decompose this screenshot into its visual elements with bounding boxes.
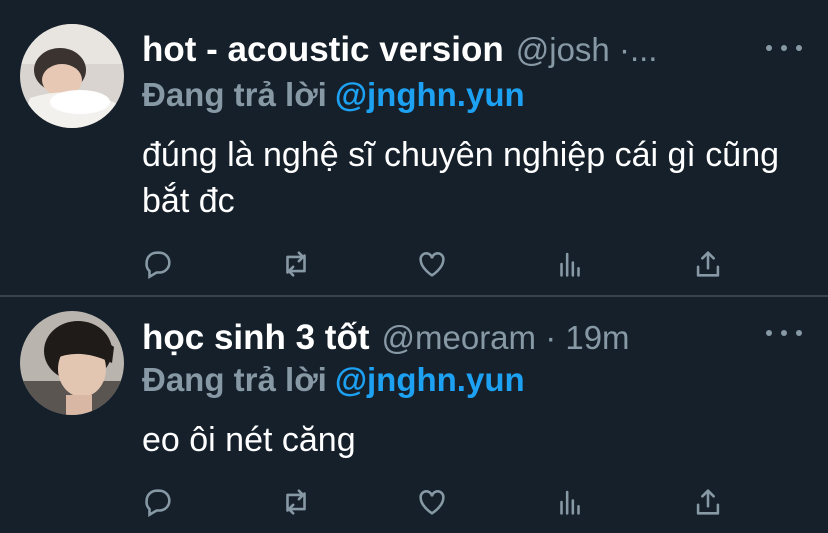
avatar[interactable] bbox=[20, 311, 124, 415]
replying-to: Đang trả lời @jnghn.yun bbox=[142, 76, 525, 116]
like-icon[interactable] bbox=[414, 246, 450, 282]
tweet-header: hot - acoustic version @josh ·... bbox=[142, 30, 768, 70]
display-name[interactable]: học sinh 3 tốt bbox=[142, 318, 370, 358]
display-name[interactable]: hot - acoustic version bbox=[142, 30, 504, 70]
handle-and-time[interactable]: @meoram · 19m bbox=[382, 319, 630, 357]
replying-to-label: Đang trả lời bbox=[142, 76, 327, 113]
avatar[interactable] bbox=[20, 24, 124, 128]
share-icon[interactable] bbox=[690, 484, 726, 520]
reply-icon[interactable] bbox=[140, 484, 176, 520]
tweet-text: đúng là nghệ sĩ chuyên nghiệp cái gì cũn… bbox=[142, 136, 780, 220]
analytics-icon[interactable] bbox=[552, 484, 588, 520]
replying-to: Đang trả lời @jnghn.yun bbox=[142, 361, 525, 401]
tweet[interactable]: hot - acoustic version @josh ·... Đang t… bbox=[0, 0, 828, 296]
share-icon[interactable] bbox=[690, 246, 726, 282]
handle-and-time[interactable]: @josh ·... bbox=[516, 31, 658, 69]
retweet-icon[interactable] bbox=[278, 246, 314, 282]
tweet[interactable]: học sinh 3 tốt @meoram · 19m Đang trả lờ… bbox=[0, 297, 828, 533]
tweet-actions bbox=[140, 246, 740, 282]
retweet-icon[interactable] bbox=[278, 484, 314, 520]
mention-link[interactable]: @jnghn.yun bbox=[335, 76, 525, 113]
mention-link[interactable]: @jnghn.yun bbox=[335, 361, 525, 398]
tweet-feed: hot - acoustic version @josh ·... Đang t… bbox=[0, 0, 828, 533]
analytics-icon[interactable] bbox=[552, 246, 588, 282]
more-options-icon[interactable] bbox=[766, 36, 802, 60]
replying-to-label: Đang trả lời bbox=[142, 361, 327, 398]
more-options-icon[interactable] bbox=[766, 321, 802, 345]
like-icon[interactable] bbox=[414, 484, 450, 520]
tweet-actions bbox=[140, 484, 740, 520]
reply-icon[interactable] bbox=[140, 246, 176, 282]
tweet-header: học sinh 3 tốt @meoram · 19m bbox=[142, 318, 768, 358]
tweet-text: eo ôi nét căng bbox=[142, 421, 356, 459]
